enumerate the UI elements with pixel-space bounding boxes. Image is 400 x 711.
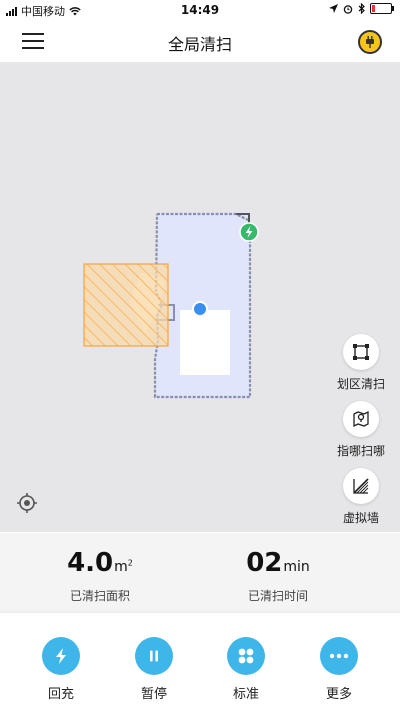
more-button[interactable]: 更多 xyxy=(299,637,379,702)
plug-button[interactable] xyxy=(358,30,382,54)
more-icon xyxy=(320,637,358,675)
plug-icon xyxy=(366,36,374,48)
cleaned-area-value: 4.0 xyxy=(67,548,114,578)
status-right xyxy=(329,3,394,14)
robot-dot-icon xyxy=(192,301,208,317)
cleaned-area-label: 已清扫面积 xyxy=(69,589,130,603)
cleaned-time-value: 02 xyxy=(246,548,283,578)
zone-clean-button[interactable]: 划区清扫 xyxy=(326,334,396,392)
fan-icon xyxy=(227,637,265,675)
spot-clean-icon xyxy=(343,401,379,437)
suction-mode-button[interactable]: 标准 xyxy=(206,637,286,702)
cleaned-time-unit: min xyxy=(283,559,310,575)
page-title: 全局清扫 xyxy=(167,35,232,54)
locate-button[interactable] xyxy=(16,492,38,514)
alarm-icon xyxy=(343,4,353,14)
cleaned-time-label: 已清扫时间 xyxy=(247,589,308,603)
recharge-button[interactable]: 回充 xyxy=(21,637,101,702)
zone-clean-icon xyxy=(343,334,379,370)
virtual-wall-label: 虚拟墙 xyxy=(342,511,379,525)
bluetooth-icon xyxy=(358,3,365,14)
recharge-icon xyxy=(42,637,80,675)
spot-clean-button[interactable]: 指哪扫哪 xyxy=(326,401,396,459)
suction-mode-label: 标准 xyxy=(232,687,259,702)
battery-icon xyxy=(370,3,394,14)
spot-clean-label: 指哪扫哪 xyxy=(336,444,385,458)
cleaned-area-stat: 4.0m2 已清扫面积 xyxy=(0,547,200,604)
cleaned-time-stat: 02min 已清扫时间 xyxy=(178,547,378,604)
recharge-label: 回充 xyxy=(47,687,74,702)
uncleaned-floor-patch xyxy=(180,310,230,375)
more-label: 更多 xyxy=(325,687,352,702)
bottom-action-bar: 回充 暂停 标准 更多 xyxy=(0,613,400,711)
cleaned-area-unit: m2 xyxy=(114,558,133,575)
cleaning-map[interactable]: 划区清扫 指哪扫哪 虚拟墙 xyxy=(0,63,400,532)
pause-icon xyxy=(135,637,173,675)
virtual-wall-button[interactable]: 虚拟墙 xyxy=(326,468,396,526)
crosshair-icon xyxy=(17,493,37,513)
map-canvas xyxy=(83,212,259,399)
cleaning-stats: 4.0m2 已清扫面积 02min 已清扫时间 xyxy=(0,533,400,613)
status-bar: 中国移动 14:49 xyxy=(0,0,400,20)
pause-button[interactable]: 暂停 xyxy=(114,637,194,702)
top-header: 全局清扫 xyxy=(0,20,400,63)
zone-clean-label: 划区清扫 xyxy=(336,377,385,391)
location-arrow-icon xyxy=(329,4,338,13)
virtual-wall-icon xyxy=(343,468,379,504)
pause-label: 暂停 xyxy=(140,687,167,702)
